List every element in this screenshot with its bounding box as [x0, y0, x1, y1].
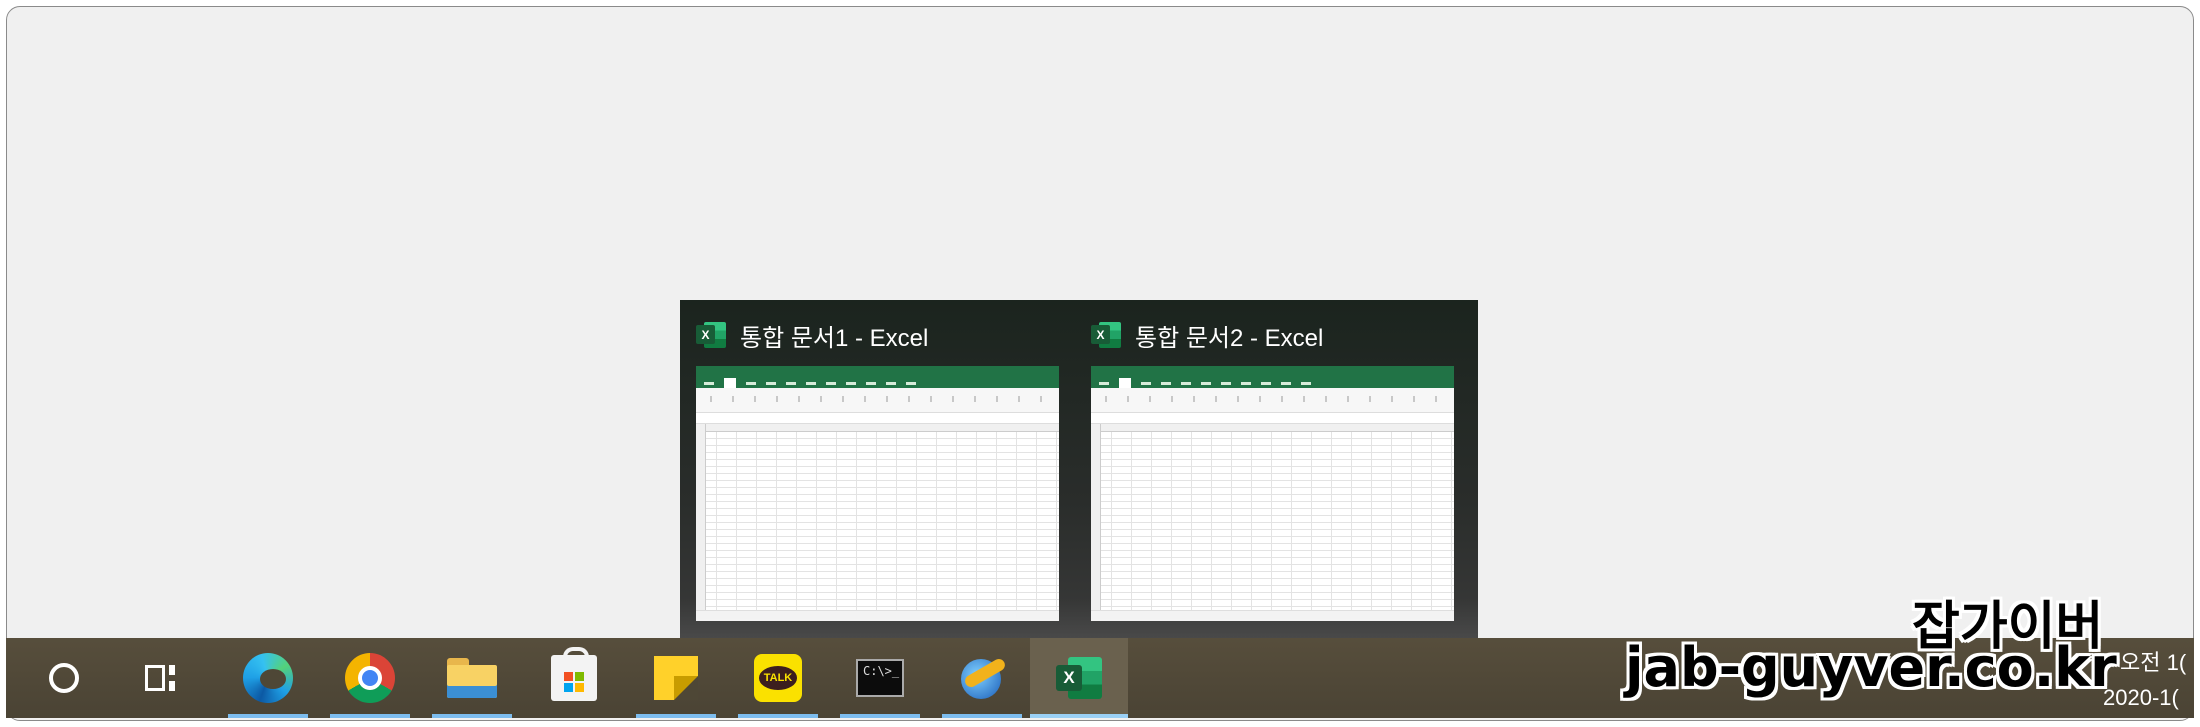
thumbnail-preview-image[interactable]: [696, 366, 1059, 621]
excel-icon: X: [1056, 655, 1102, 701]
task-view-icon: [145, 663, 179, 693]
running-indicator: [432, 714, 512, 718]
watermark-url: jab-guyver.co.kr: [1625, 636, 2117, 699]
edge-taskbar-button[interactable]: [222, 638, 314, 718]
running-indicator: [330, 714, 410, 718]
chrome-taskbar-button[interactable]: [324, 638, 416, 718]
folder-icon: [447, 658, 497, 698]
excel-thumbnail-popup: X 통합 문서1 - Excel X 통합 문서2 - Excel: [680, 300, 1478, 638]
cortana-button[interactable]: [18, 638, 110, 718]
running-indicator: [1030, 714, 1128, 718]
kakaotalk-button[interactable]: TALK: [732, 638, 824, 718]
thumbnail-title-bar: X 통합 문서1 - Excel: [696, 317, 928, 353]
command-prompt-button[interactable]: C:\>_: [834, 638, 926, 718]
thumbnail-title-bar: X 통합 문서2 - Excel: [1091, 317, 1323, 353]
excel-taskbar-button[interactable]: X: [1030, 638, 1128, 718]
store-bag-icon: [551, 647, 597, 701]
excel-icon: X: [696, 320, 726, 350]
sticky-notes-button[interactable]: [630, 638, 722, 718]
chrome-icon: [345, 653, 395, 703]
thumbnail-window-2[interactable]: X 통합 문서2 - Excel: [1075, 300, 1455, 638]
cortana-circle-icon: [49, 663, 79, 693]
terminal-icon: C:\>_: [856, 659, 904, 697]
kakaotalk-icon: TALK: [754, 654, 802, 702]
running-indicator: [228, 714, 308, 718]
microsoft-store-button[interactable]: [528, 638, 620, 718]
thumbnail-title: 통합 문서2 - Excel: [1135, 324, 1324, 352]
thumbnail-title: 통합 문서1 - Excel: [740, 324, 929, 352]
excel-icon: X: [1091, 320, 1121, 350]
running-indicator: [942, 714, 1022, 718]
running-indicator: [840, 714, 920, 718]
globe-swoosh-icon: [957, 653, 1007, 703]
thumbnail-preview-image[interactable]: [1091, 366, 1454, 621]
edge-icon: [243, 653, 293, 703]
clock-time[interactable]: 오전 1(: [2120, 645, 2186, 677]
sticky-note-icon: [654, 656, 698, 700]
thumbnail-window-1[interactable]: X 통합 문서1 - Excel: [680, 300, 1060, 638]
file-explorer-button[interactable]: [426, 638, 518, 718]
running-indicator: [738, 714, 818, 718]
running-indicator: [636, 714, 716, 718]
task-view-button[interactable]: [116, 638, 208, 718]
app-taskbar-button[interactable]: [936, 638, 1028, 718]
